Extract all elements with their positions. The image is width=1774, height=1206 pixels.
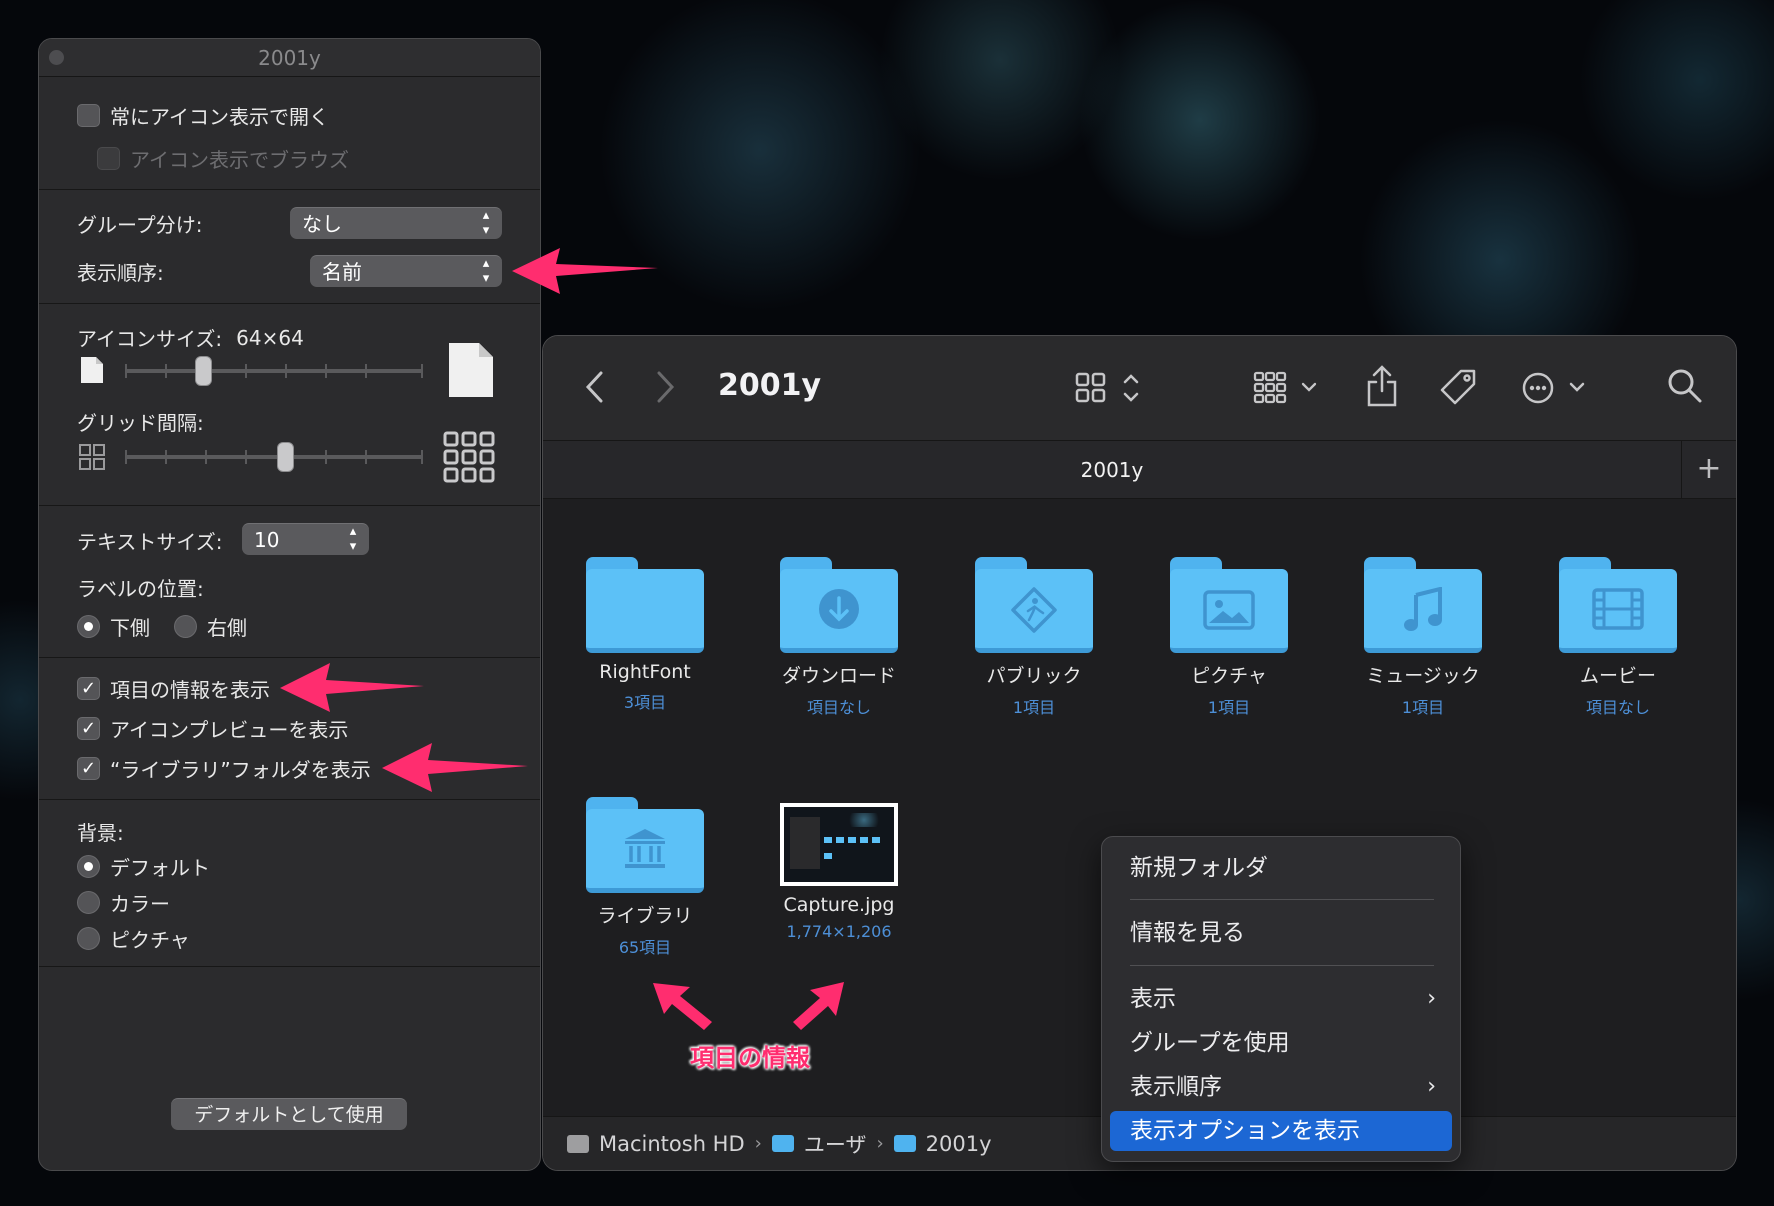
arrow-annotation <box>512 248 658 294</box>
annotation-layer <box>280 248 844 1030</box>
item-info-annotation: 項目の情報 <box>690 1044 810 1072</box>
arrow-annotation <box>280 663 424 712</box>
arrow-annotation <box>793 982 844 1030</box>
arrow-annotation <box>653 983 712 1030</box>
arrow-annotation <box>382 743 528 792</box>
